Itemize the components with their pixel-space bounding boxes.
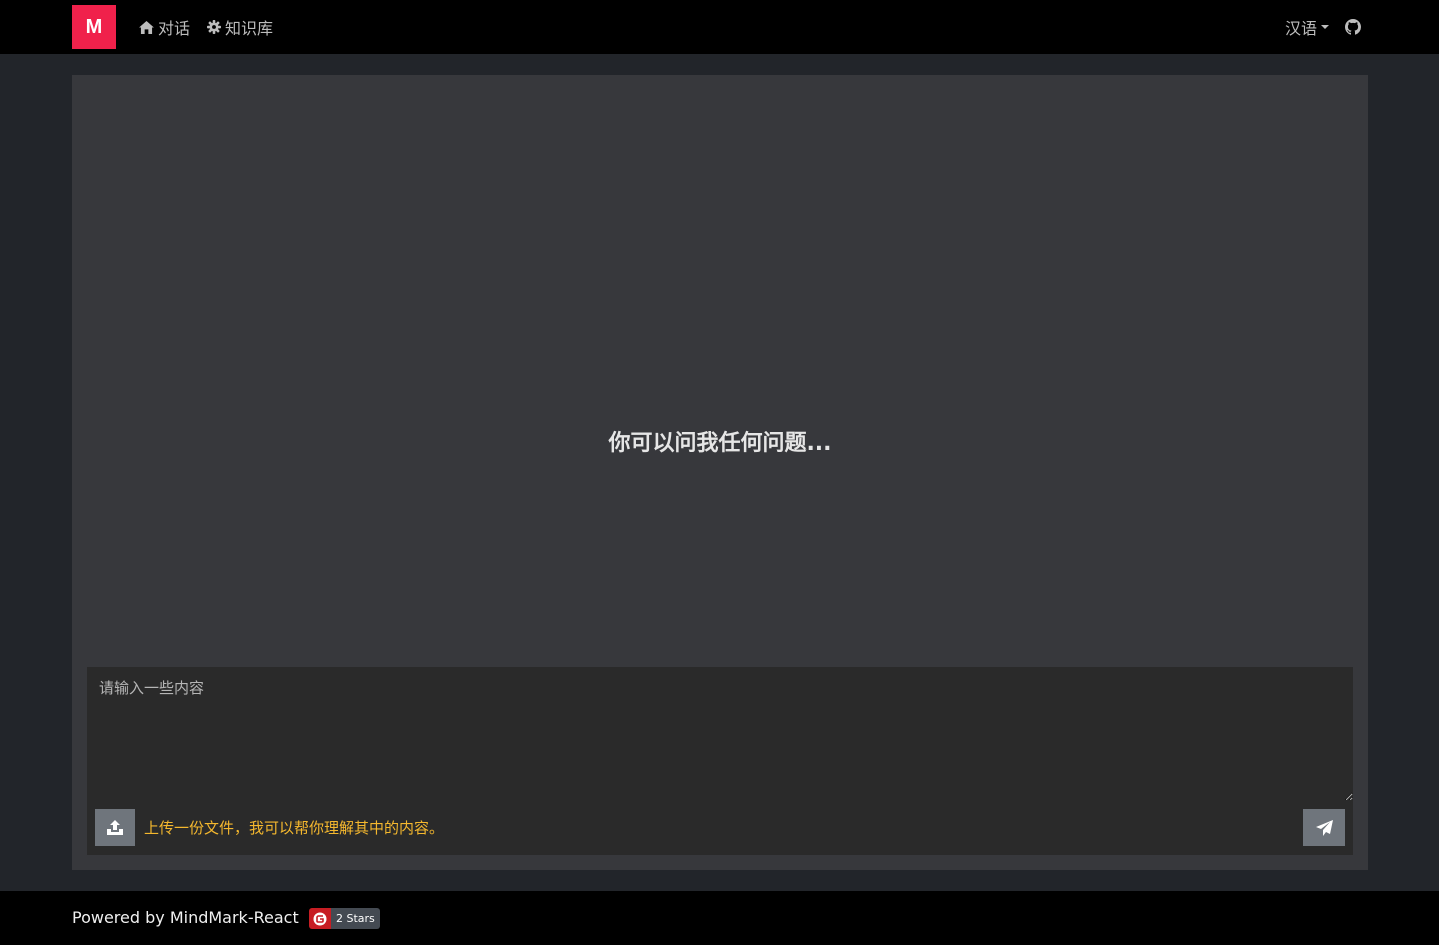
stars-badge[interactable]: 2 Stars: [309, 908, 380, 929]
nav-chat-link[interactable]: 对话: [139, 16, 190, 38]
send-icon: [1315, 819, 1333, 836]
send-button[interactable]: [1303, 809, 1345, 846]
language-dropdown[interactable]: 汉语: [1285, 16, 1330, 38]
chevron-down-icon: [1321, 25, 1330, 29]
gear-icon: [207, 20, 221, 34]
upload-button[interactable]: [95, 809, 135, 846]
nav-knowledge-base-link[interactable]: 知识库: [207, 16, 273, 38]
language-label: 汉语: [1285, 19, 1318, 38]
nav-knowledge-base-label: 知识库: [225, 19, 274, 38]
prompt-title: 你可以问我任何问题...: [608, 431, 832, 456]
github-icon[interactable]: [1345, 19, 1361, 35]
footer: Powered by MindMark-React 2 Stars: [0, 891, 1439, 945]
stars-count: 2 Stars: [331, 908, 380, 929]
nav-chat-label: 对话: [158, 19, 191, 38]
top-navbar: M 对话 知识库 汉语: [0, 0, 1439, 54]
chat-panel: 你可以问我任何问题... 上传一份文件，我可以帮你理解其中的内容。: [72, 75, 1368, 870]
upload-hint-text: 上传一份文件，我可以帮你理解其中的内容。: [144, 819, 445, 837]
home-icon: [139, 20, 154, 34]
gitee-icon: [309, 908, 331, 929]
chat-input-area: 上传一份文件，我可以帮你理解其中的内容。: [87, 667, 1353, 855]
upload-icon: [107, 820, 123, 835]
message-input[interactable]: [87, 667, 1353, 801]
brand-logo[interactable]: M: [72, 5, 116, 49]
powered-by-text: Powered by MindMark-React: [72, 908, 299, 927]
